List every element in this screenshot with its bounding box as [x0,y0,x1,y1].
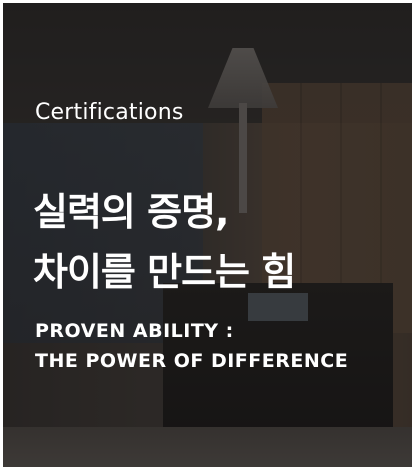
certifications-card[interactable]: Certifications 실력의 증명, 차이를 만드는 힘 PROVEN … [3,3,412,467]
subheading-line-2: THE POWER OF DIFFERENCE [35,350,349,372]
headline-line-2: 차이를 만드는 힘 [33,250,296,294]
headline-line-1: 실력의 증명, [33,190,229,234]
section-eyebrow: Certifications [35,100,184,125]
subheading-line-1: PROVEN ABILITY : [35,320,234,342]
